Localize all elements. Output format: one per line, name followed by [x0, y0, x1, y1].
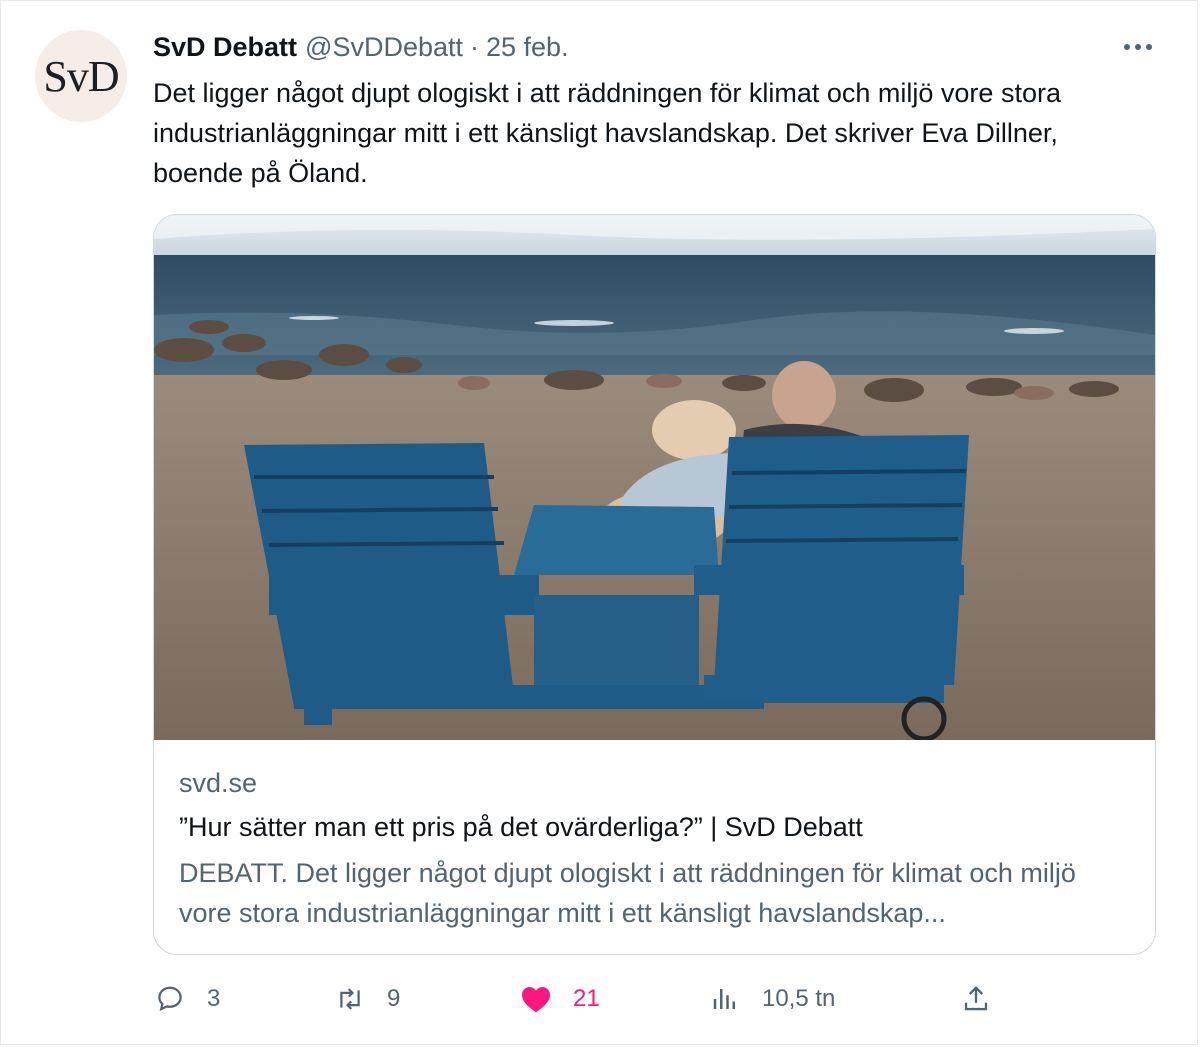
- views-count: 10,5 tn: [762, 985, 836, 1012]
- reply-icon: [153, 982, 187, 1016]
- share-button[interactable]: [959, 976, 993, 1022]
- views-button[interactable]: 10,5 tn: [708, 976, 835, 1022]
- more-icon[interactable]: [1120, 30, 1156, 64]
- retweet-button[interactable]: 9: [333, 976, 400, 1022]
- tweet-text: Det ligger något djupt ologiskt i att rä…: [153, 78, 1061, 188]
- avatar-logo-text: SvD: [43, 51, 119, 101]
- reply-count: 3: [207, 985, 221, 1012]
- link-card[interactable]: svd.se ”Hur sätter man ett pris på det o…: [153, 214, 1156, 955]
- heart-icon: [519, 982, 553, 1016]
- views-icon: [708, 982, 742, 1016]
- share-icon: [959, 982, 993, 1016]
- retweet-count: 9: [387, 985, 401, 1012]
- card-title: ”Hur sätter man ett pris på det ovärderl…: [179, 812, 863, 842]
- author-handle[interactable]: @SvDDebatt: [305, 32, 463, 63]
- card-description: DEBATT. Det ligger något djupt ologiskt …: [179, 858, 1076, 928]
- card-domain: svd.se: [179, 768, 258, 798]
- tweet-header: SvD Debatt @SvDDebatt · 25 feb.: [153, 30, 569, 64]
- action-bar: 3 9 21 10,5 tn: [153, 976, 1163, 1022]
- tweet-date[interactable]: 25 feb.: [486, 32, 569, 63]
- reply-button[interactable]: 3: [153, 976, 220, 1022]
- separator-dot: ·: [470, 31, 479, 62]
- like-count: 21: [573, 985, 600, 1012]
- like-button[interactable]: 21: [519, 976, 600, 1022]
- author-name[interactable]: SvD Debatt: [153, 32, 297, 63]
- retweet-icon: [333, 982, 367, 1016]
- card-image: [154, 215, 1155, 740]
- avatar[interactable]: SvD: [35, 30, 127, 122]
